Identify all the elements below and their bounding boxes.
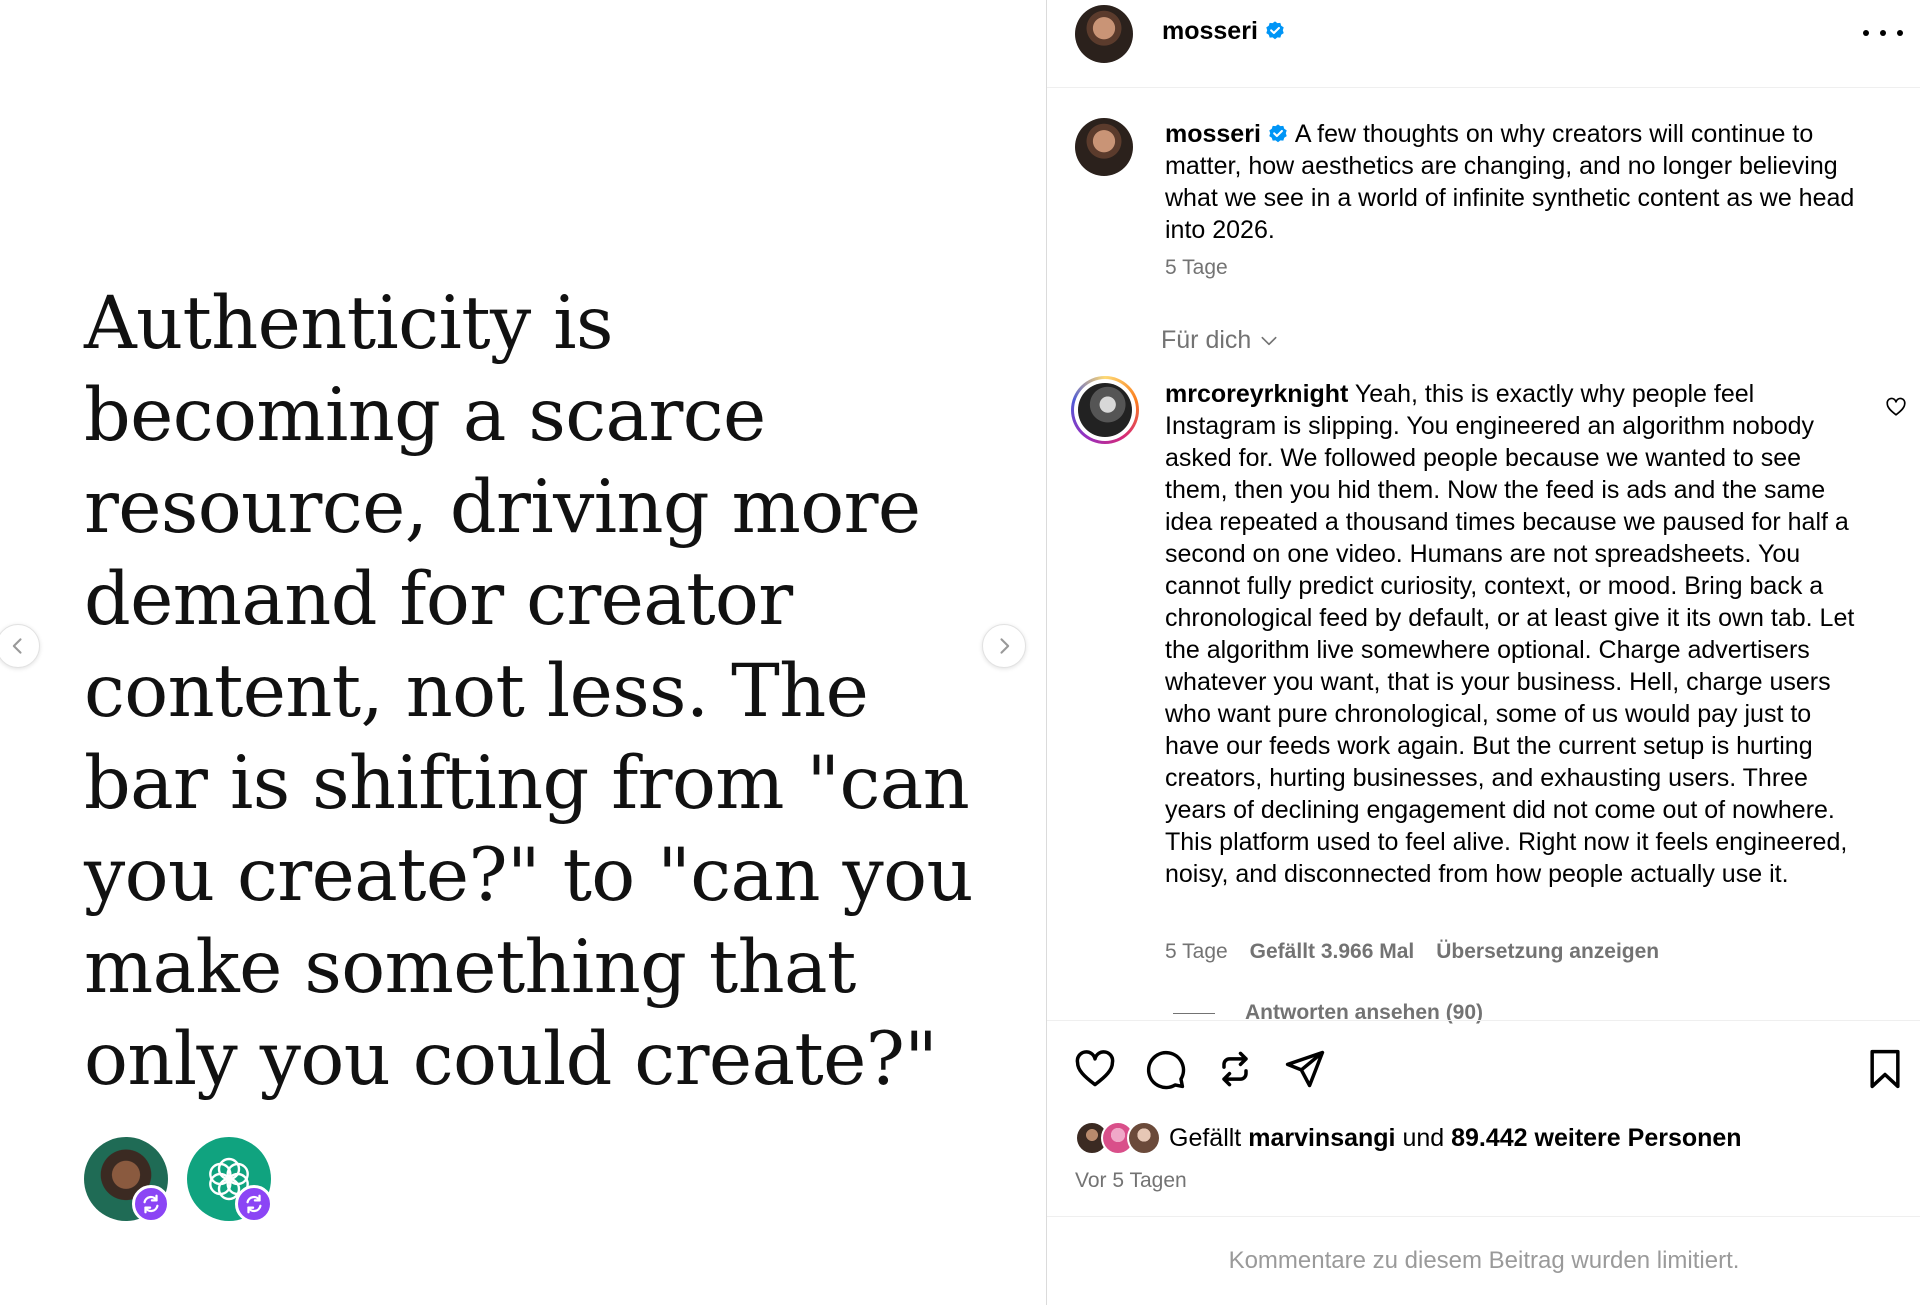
comment-icon[interactable] xyxy=(1143,1047,1187,1091)
verified-icon xyxy=(1266,21,1284,40)
author-avatar[interactable] xyxy=(1075,5,1133,63)
share-icon[interactable] xyxy=(1283,1047,1327,1091)
translate-button[interactable]: Übersetzung anzeigen xyxy=(1436,940,1659,964)
likes-summary: Gefällt marvinsangi und 89.442 weitere P… xyxy=(1075,1121,1742,1155)
previous-slide-button[interactable] xyxy=(0,624,40,668)
comment-likes-count[interactable]: Gefällt 3.966 Mal xyxy=(1250,940,1415,964)
caption-username[interactable]: mosseri xyxy=(1165,120,1261,148)
post-quote-text: Authenticity is becoming a scarce resour… xyxy=(84,281,973,1102)
comment-sort-label: Für dich xyxy=(1161,326,1252,354)
post-timestamp[interactable]: Vor 5 Tagen xyxy=(1075,1169,1187,1193)
comment-timestamp[interactable]: 5 Tage xyxy=(1165,940,1228,964)
liker-avatars[interactable] xyxy=(1075,1121,1161,1155)
caption-author-avatar[interactable] xyxy=(1075,118,1133,176)
comment-text: Yeah, this is exactly why people feel In… xyxy=(1165,380,1855,888)
comments-limited-notice: Kommentare zu diesem Beitrag wurden limi… xyxy=(1047,1216,1920,1305)
liker-username[interactable]: marvinsangi xyxy=(1248,1124,1395,1153)
collab-icon xyxy=(143,1194,159,1214)
likes-others-count[interactable]: 89.442 weitere Personen xyxy=(1451,1124,1741,1153)
comment-meta: 5 Tage Gefällt 3.966 Mal Übersetzung anz… xyxy=(1165,940,1659,964)
post-actions-bar: Gefällt marvinsangi und 89.442 weitere P… xyxy=(1047,1020,1920,1220)
collab-icon xyxy=(246,1194,262,1214)
commenter-username[interactable]: mrcoreyrknight xyxy=(1165,380,1348,408)
author-username-text[interactable]: mosseri xyxy=(1162,17,1258,45)
collaborator-avatar-openai[interactable] xyxy=(187,1137,273,1223)
commenter-avatar[interactable] xyxy=(1071,376,1139,444)
caption-timestamp[interactable]: 5 Tage xyxy=(1165,256,1228,280)
verified-icon xyxy=(1269,124,1287,143)
collaborator-avatar[interactable] xyxy=(84,1137,170,1223)
chevron-down-icon xyxy=(1261,336,1277,345)
likes-prefix: Gefällt xyxy=(1169,1123,1242,1152)
next-slide-button[interactable] xyxy=(982,624,1026,668)
repost-icon[interactable] xyxy=(1213,1047,1257,1091)
heart-icon[interactable] xyxy=(1073,1047,1117,1091)
likes-connector: und xyxy=(1402,1123,1445,1152)
comment-heart-icon[interactable] xyxy=(1885,396,1907,418)
post-sidebar: mosseri mosseri A few thoughts on why cre… xyxy=(1046,0,1920,1305)
author-username[interactable]: mosseri xyxy=(1162,17,1286,46)
chevron-left-icon xyxy=(12,638,22,654)
collab-badge xyxy=(132,1185,170,1223)
chevron-right-icon xyxy=(1000,638,1010,654)
bookmark-icon[interactable] xyxy=(1863,1047,1907,1091)
more-icon xyxy=(1863,30,1869,36)
post-header: mosseri xyxy=(1047,0,1920,88)
post-media: Authenticity is becoming a scarce resour… xyxy=(0,0,1046,1305)
collab-badge xyxy=(235,1185,273,1223)
more-options-button[interactable] xyxy=(1863,18,1903,48)
comment-sort-dropdown[interactable]: Für dich xyxy=(1161,326,1279,355)
replies-divider xyxy=(1173,1012,1215,1014)
